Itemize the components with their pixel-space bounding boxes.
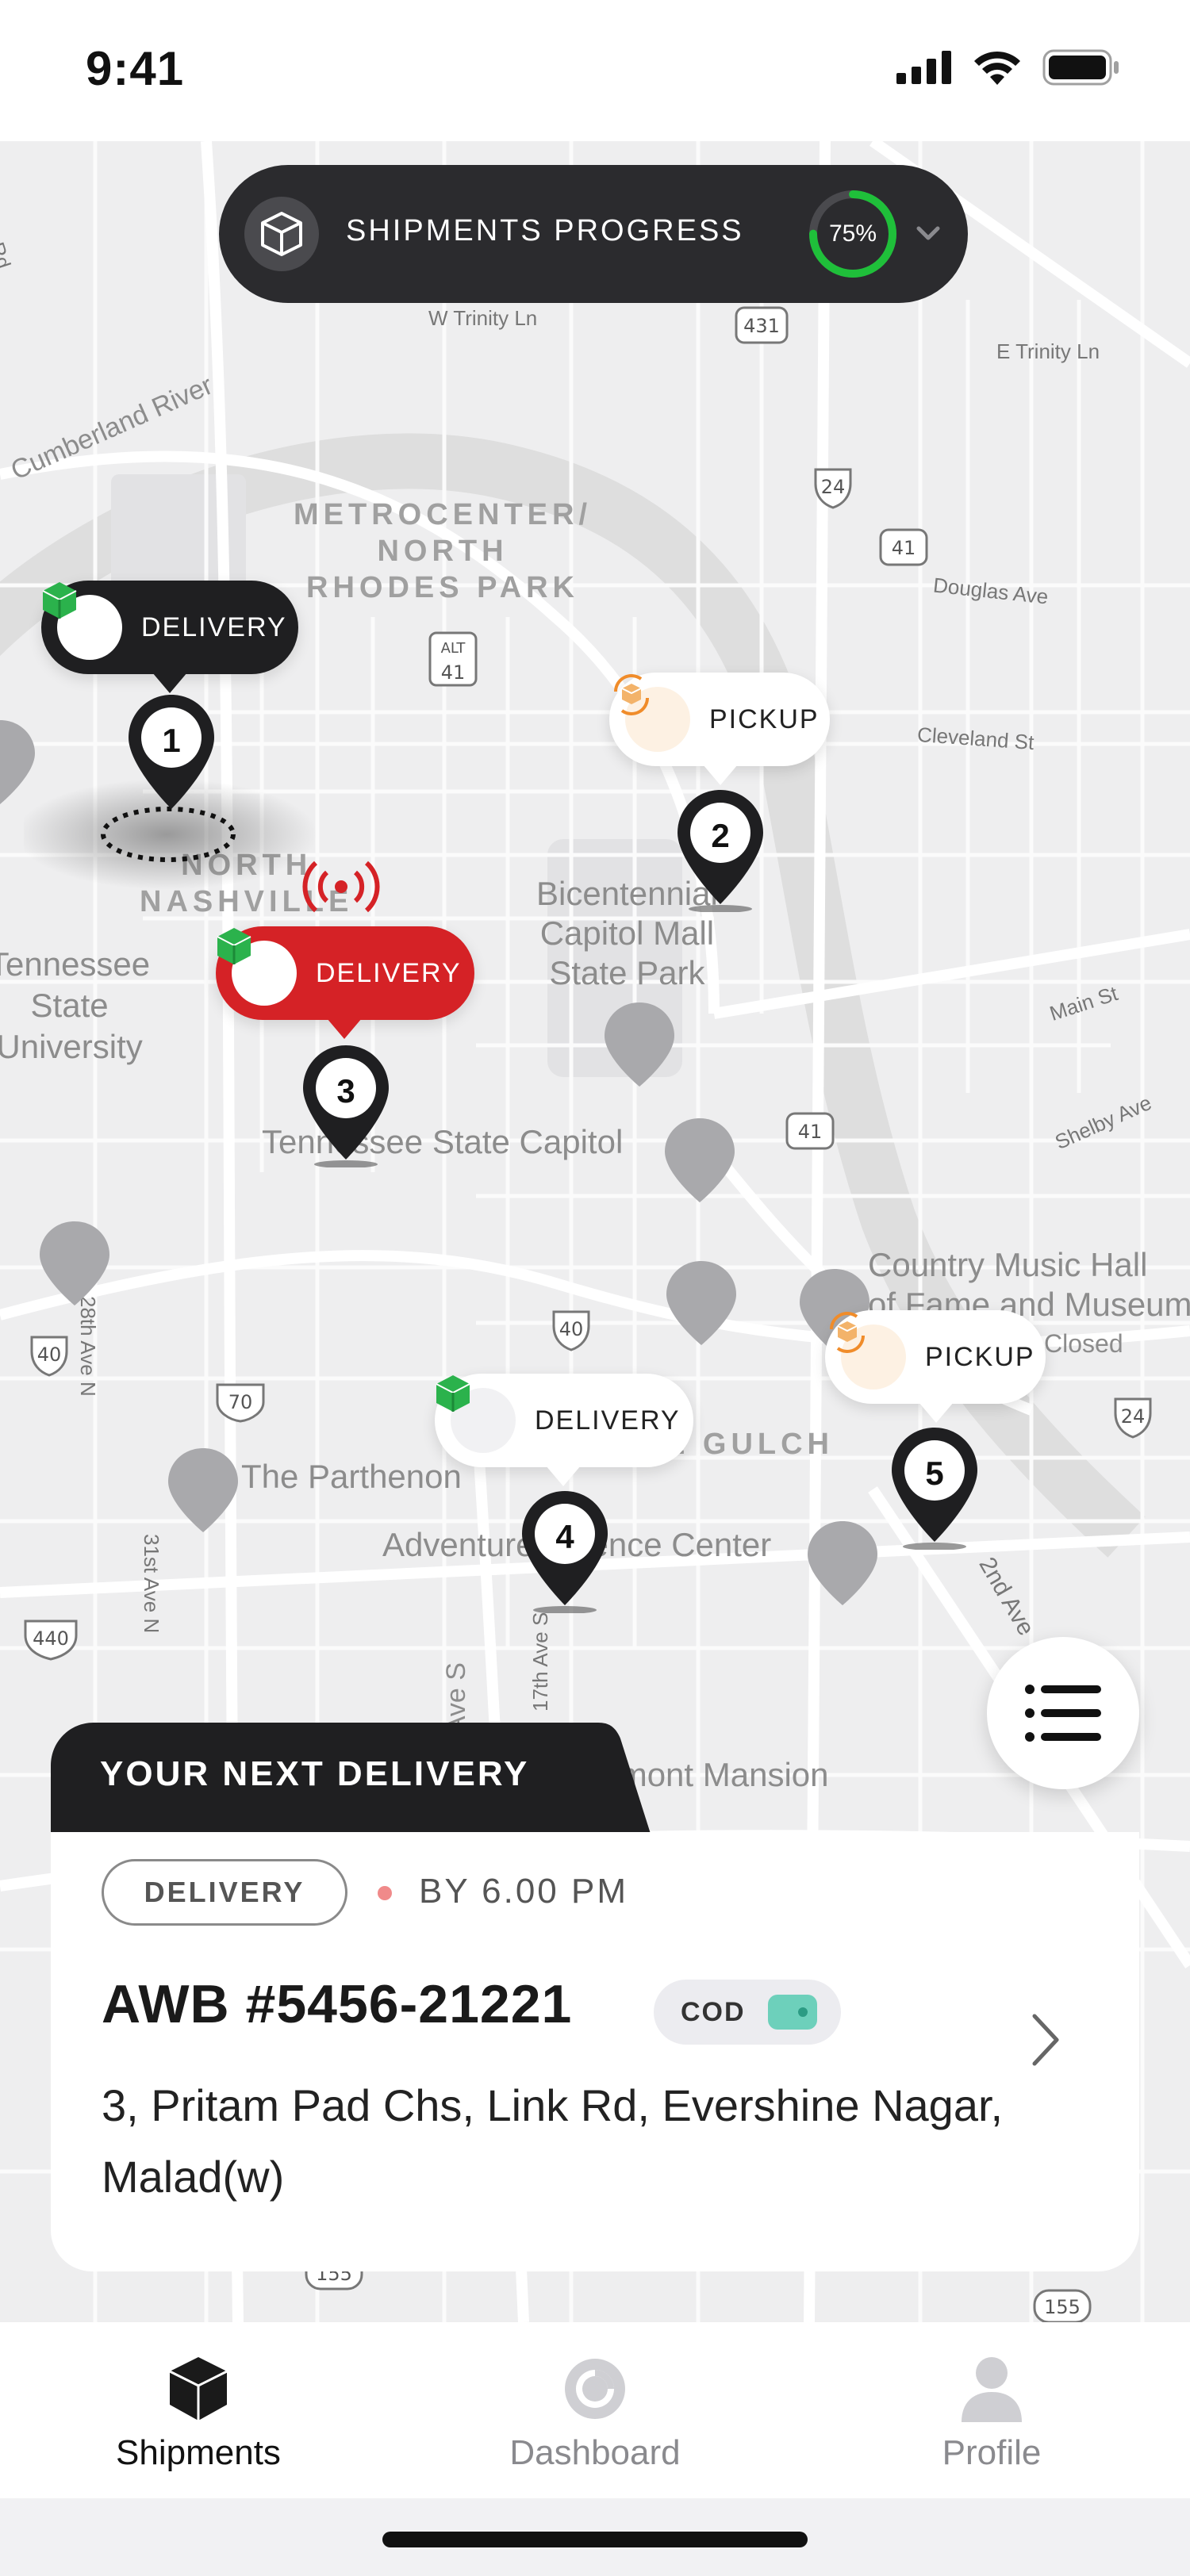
- callout-tail: [703, 765, 738, 785]
- tab-shipments[interactable]: Shipments: [40, 2322, 357, 2498]
- stop-4-callout[interactable]: DELIVERY: [435, 1374, 693, 1486]
- stop-3-number: 3: [336, 1072, 355, 1110]
- stop-4-pin[interactable]: 4: [519, 1489, 611, 1613]
- tab-dashboard[interactable]: Dashboard: [436, 2322, 754, 2498]
- map-label-tsu-line2: State: [30, 987, 109, 1024]
- callout-tail: [327, 1018, 362, 1039]
- map-label-metrocenter-line1: METROCENTER/: [294, 498, 592, 531]
- awb-number: AWB #5456-21221: [102, 1974, 573, 2034]
- chevron-right-icon[interactable]: [1030, 2011, 1061, 2068]
- battery-icon: [1042, 49, 1119, 86]
- stop-3-pin[interactable]: 3: [300, 1044, 392, 1167]
- stop-5-number: 5: [925, 1455, 944, 1492]
- status-icons: [896, 49, 1120, 86]
- home-indicator[interactable]: [382, 2532, 808, 2547]
- map-label-bicentennial-line3: State Park: [549, 954, 705, 991]
- map-label-tsu-line1: Tennessee: [0, 945, 151, 983]
- tab-profile[interactable]: Profile: [833, 2322, 1150, 2498]
- delivery-type-chip: DELIVERY: [102, 1859, 347, 1926]
- stop-5-callout[interactable]: PICKUP: [825, 1310, 1046, 1423]
- stop-4-type: DELIVERY: [535, 1405, 681, 1436]
- status-time: 9:41: [86, 42, 185, 95]
- map-label-bicentennial-line2: Capitol Mall: [539, 914, 715, 952]
- stop-2-callout[interactable]: PICKUP: [609, 673, 830, 785]
- cash-icon: [767, 1995, 817, 2030]
- stop-2-pin[interactable]: 2: [674, 788, 766, 912]
- map-label-tsu-line3: University: [0, 1028, 143, 1065]
- box-outline-icon: [244, 197, 319, 271]
- map-label-17th-ave: 17th Ave S: [528, 1612, 552, 1712]
- status-bar: 9:41: [0, 0, 1190, 141]
- wifi-icon: [974, 51, 1020, 85]
- cellular-signal-icon: [896, 51, 951, 84]
- stop-2-type: PICKUP: [709, 703, 820, 734]
- delivery-deadline: BY 6.00 PM: [419, 1872, 628, 1911]
- cod-label: COD: [681, 1996, 746, 2027]
- map-label-country-line1: Country Music Hall: [868, 1246, 1148, 1283]
- next-delivery-title: YOUR NEXT DELIVERY: [100, 1754, 530, 1793]
- cod-badge: COD: [654, 1980, 841, 2045]
- list-view-button[interactable]: [987, 1637, 1139, 1789]
- map-label-31st-ave: 31st Ave N: [140, 1534, 163, 1634]
- map-label-closed: Closed: [1044, 1329, 1123, 1358]
- tab-shipments-label: Shipments: [116, 2433, 281, 2472]
- package-cube-icon: [42, 582, 122, 660]
- bottom-tab-bar: Shipments Dashboard Profile: [0, 2322, 1190, 2498]
- stop-1-number: 1: [162, 722, 181, 759]
- list-icon: [1025, 1685, 1101, 1742]
- map-label-28th-ave: 28th Ave N: [76, 1296, 100, 1397]
- next-delivery-card[interactable]: DELIVERY BY 6.00 PM AWB #5456-21221 COD …: [51, 1832, 1139, 2271]
- stop-5-type: PICKUP: [925, 1341, 1035, 1372]
- stop-2-number: 2: [711, 817, 730, 854]
- dashboard-icon: [565, 2359, 625, 2419]
- map-label-metrocenter: METROCENTER/ NORTH RHODES PARK: [294, 496, 592, 606]
- map-label-parthenon: The Parthenon: [241, 1458, 462, 1495]
- cube-icon: [169, 2357, 228, 2421]
- map-label-metrocenter-line2: NORTH: [377, 535, 509, 568]
- delivery-address: 3, Pritam Pad Chs, Link Rd, Evershine Na…: [102, 2080, 1004, 2202]
- stop-1-type: DELIVERY: [141, 611, 287, 642]
- pickup-box-icon: [830, 1312, 906, 1390]
- callout-tail: [152, 673, 187, 693]
- map-label-metrocenter-line3: RHODES PARK: [306, 571, 579, 604]
- callout-tail: [919, 1402, 954, 1423]
- stop-4-number: 4: [555, 1518, 574, 1555]
- progress-percent: 75%: [828, 220, 877, 247]
- callout-tail: [546, 1466, 581, 1486]
- package-cube-icon: [436, 1375, 516, 1453]
- stop-1-pin[interactable]: 1: [125, 693, 217, 817]
- stop-3-type: DELIVERY: [316, 957, 462, 988]
- stop-1-callout[interactable]: DELIVERY: [41, 581, 298, 693]
- shipments-progress-pill[interactable]: SHIPMENTS PROGRESS 75%: [219, 165, 968, 303]
- profile-icon: [962, 2357, 1022, 2422]
- pickup-box-icon: [614, 674, 690, 752]
- package-cube-icon: [217, 928, 297, 1006]
- shipments-progress-label: SHIPMENTS PROGRESS: [346, 214, 744, 247]
- tab-dashboard-label: Dashboard: [509, 2433, 681, 2472]
- map-label-tsu: Tennessee State University: [0, 944, 150, 1068]
- live-broadcast-icon: [302, 861, 380, 913]
- status-dot: [378, 1886, 392, 1900]
- stop-3-callout[interactable]: DELIVERY: [216, 926, 474, 1039]
- tab-profile-label: Profile: [942, 2433, 1042, 2472]
- stop-5-pin[interactable]: 5: [889, 1426, 981, 1550]
- map-label-w-trinity: W Trinity Ln: [428, 306, 538, 330]
- map-label-e-trinity: E Trinity Ln: [996, 339, 1100, 363]
- chevron-down-icon[interactable]: [914, 222, 942, 246]
